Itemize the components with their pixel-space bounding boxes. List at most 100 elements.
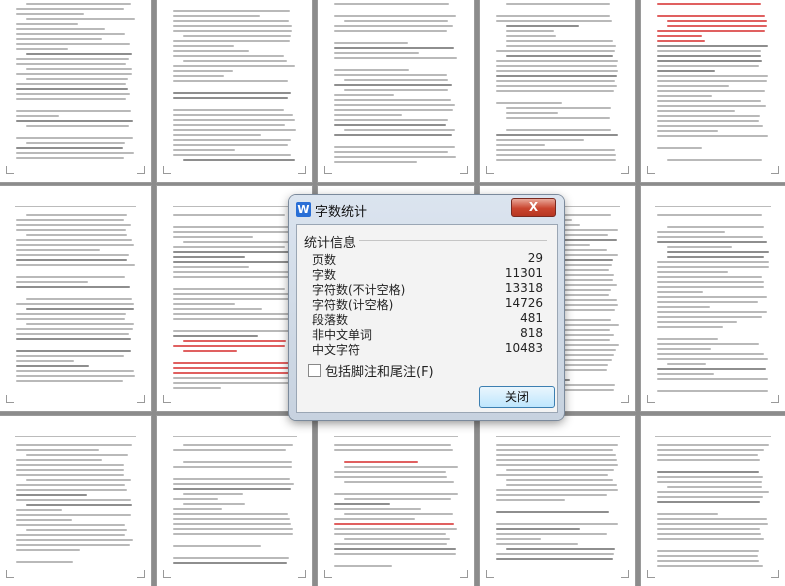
text-line bbox=[16, 83, 127, 85]
text-line bbox=[657, 276, 763, 278]
text-line bbox=[173, 226, 293, 228]
text-line bbox=[657, 291, 704, 293]
text-line bbox=[16, 23, 78, 25]
text-line bbox=[496, 65, 617, 67]
text-line bbox=[657, 555, 759, 557]
text-line bbox=[173, 30, 292, 32]
page-corner-mark bbox=[647, 570, 655, 578]
text-line bbox=[657, 311, 767, 313]
text-line bbox=[657, 115, 760, 117]
page-thumbnail bbox=[641, 416, 785, 586]
text-line bbox=[173, 298, 293, 300]
text-line bbox=[334, 99, 452, 101]
text-line bbox=[183, 35, 291, 37]
text-line bbox=[657, 321, 738, 323]
text-line bbox=[334, 156, 457, 158]
text-line bbox=[16, 239, 132, 241]
text-line bbox=[667, 251, 769, 253]
text-line bbox=[657, 241, 767, 243]
text-line bbox=[496, 20, 612, 22]
text-line bbox=[334, 503, 391, 505]
text-line bbox=[16, 73, 132, 75]
close-button[interactable]: 关闭 bbox=[479, 386, 555, 408]
text-line bbox=[173, 293, 293, 295]
page-thumbnail bbox=[641, 0, 785, 182]
text-line bbox=[506, 107, 611, 109]
text-line bbox=[657, 471, 760, 473]
text-line bbox=[26, 214, 128, 216]
page-thumbnail bbox=[480, 0, 635, 182]
text-line bbox=[16, 219, 124, 221]
text-line bbox=[496, 558, 613, 560]
text-line bbox=[667, 246, 733, 248]
text-line bbox=[173, 119, 296, 121]
text-line bbox=[173, 367, 291, 369]
text-line bbox=[506, 548, 615, 550]
text-line bbox=[657, 80, 767, 82]
text-line bbox=[334, 508, 421, 510]
text-line bbox=[173, 80, 288, 82]
text-line bbox=[16, 13, 85, 15]
text-line bbox=[16, 115, 60, 117]
text-line bbox=[657, 147, 702, 149]
text-line bbox=[334, 94, 394, 96]
page-corner-mark bbox=[324, 166, 332, 174]
text-line bbox=[183, 241, 291, 243]
text-line bbox=[344, 20, 449, 22]
text-line bbox=[344, 461, 419, 463]
page-thumbnail bbox=[0, 0, 151, 182]
text-line bbox=[657, 513, 719, 515]
page-corner-mark bbox=[137, 166, 145, 174]
text-line bbox=[16, 444, 132, 446]
close-icon[interactable]: X bbox=[511, 198, 556, 217]
stat-value: 818 bbox=[520, 326, 543, 340]
text-line bbox=[26, 142, 126, 144]
text-line bbox=[657, 390, 769, 392]
text-line bbox=[496, 538, 541, 540]
include-footnotes-label[interactable]: 包括脚注和尾注(F) bbox=[325, 361, 434, 380]
text-line bbox=[173, 114, 293, 116]
text-line bbox=[657, 45, 768, 47]
text-line bbox=[16, 28, 105, 30]
text-line bbox=[173, 149, 236, 151]
text-line bbox=[173, 335, 258, 337]
page-corner-mark bbox=[647, 166, 655, 174]
text-line bbox=[183, 444, 293, 446]
text-line bbox=[657, 35, 703, 37]
text-line bbox=[183, 493, 244, 495]
text-line bbox=[173, 10, 291, 12]
text-line bbox=[657, 90, 766, 92]
text-line bbox=[16, 561, 74, 563]
text-line bbox=[173, 545, 262, 547]
group-divider bbox=[359, 240, 547, 241]
text-line bbox=[667, 20, 767, 22]
text-line bbox=[344, 129, 455, 131]
text-line bbox=[16, 229, 127, 231]
page-header-rule bbox=[15, 430, 136, 437]
page-thumbnail bbox=[318, 0, 474, 182]
text-line bbox=[16, 360, 74, 362]
text-line bbox=[173, 313, 294, 315]
page-header-rule bbox=[655, 200, 771, 207]
text-line bbox=[173, 246, 285, 248]
text-line bbox=[657, 70, 715, 72]
text-line bbox=[344, 79, 448, 81]
text-line bbox=[496, 494, 608, 496]
text-line bbox=[16, 524, 125, 526]
text-line bbox=[16, 489, 128, 491]
text-line bbox=[657, 40, 706, 42]
text-line bbox=[16, 449, 99, 451]
text-line bbox=[16, 484, 125, 486]
text-line bbox=[496, 523, 618, 525]
text-line bbox=[496, 159, 616, 161]
text-line bbox=[506, 40, 614, 42]
text-line bbox=[657, 538, 764, 540]
page-corner-mark bbox=[6, 570, 14, 578]
include-footnotes-checkbox[interactable] bbox=[308, 364, 321, 377]
text-line bbox=[657, 286, 764, 288]
text-line bbox=[334, 471, 446, 473]
page-header-rule bbox=[655, 430, 771, 437]
text-line bbox=[344, 481, 455, 483]
text-line bbox=[16, 137, 133, 139]
text-line bbox=[506, 3, 611, 5]
